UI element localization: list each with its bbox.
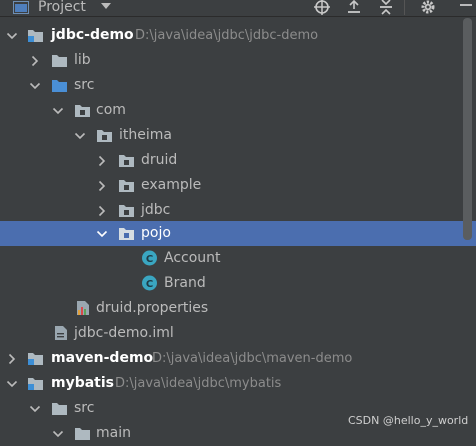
- package-icon: [119, 205, 134, 217]
- chevron-right-icon[interactable]: [96, 155, 108, 167]
- tree-item-label: mybatis: [51, 375, 115, 391]
- tree-item-label: Account: [164, 250, 221, 266]
- chevron-down-icon[interactable]: [52, 105, 64, 117]
- gear-icon[interactable]: [419, 0, 437, 15]
- chevron-right-icon[interactable]: [96, 180, 108, 192]
- tree-row-iml[interactable]: jdbc-demo.iml: [0, 321, 460, 346]
- package-icon: [119, 155, 134, 167]
- tree-row-mybatis[interactable]: mybatis D:\java\idea\jdbc\mybatis: [0, 371, 460, 396]
- source-folder-icon: [52, 80, 67, 92]
- chevron-down-icon[interactable]: [99, 0, 113, 13]
- tree-item-label: example: [141, 177, 202, 193]
- chevron-down-icon[interactable]: [96, 228, 108, 240]
- chevron-right-icon[interactable]: [6, 353, 18, 365]
- java-class-icon: C: [142, 275, 157, 291]
- locate-target-icon[interactable]: [313, 0, 331, 15]
- tree-row-lib[interactable]: lib: [0, 48, 460, 73]
- chevron-down-icon[interactable]: [6, 30, 18, 42]
- tree-row-pojo[interactable]: pojo: [0, 221, 476, 246]
- tree-item-label: Brand: [164, 275, 206, 291]
- java-class-icon: C: [142, 250, 157, 266]
- tree-row-druid[interactable]: druid: [0, 148, 460, 173]
- watermark: CSDN @hello_y_world: [348, 414, 469, 427]
- folder-icon: [75, 428, 90, 440]
- tree-row-com[interactable]: com: [0, 98, 460, 123]
- tree-row-src[interactable]: src: [0, 73, 460, 98]
- chevron-down-icon[interactable]: [6, 378, 18, 390]
- tree-item-label: druid: [141, 152, 178, 168]
- minimize-icon[interactable]: [456, 0, 476, 15]
- properties-file-icon: [77, 301, 89, 315]
- tree-item-label: lib: [74, 52, 91, 68]
- vertical-scrollbar[interactable]: [463, 18, 472, 240]
- tree-item-label: com: [96, 102, 126, 118]
- tree-item-label: maven-demo: [51, 350, 154, 366]
- tree-row-druid-properties[interactable]: druid.properties: [0, 296, 460, 321]
- tree-item-label: druid.properties: [96, 300, 209, 316]
- tree-item-label: jdbc-demo.iml: [74, 325, 174, 341]
- tree-row-jdbc[interactable]: jdbc: [0, 198, 460, 223]
- iml-file-icon: [55, 326, 67, 340]
- toolbar-separator: [404, 0, 405, 15]
- tree-row-brand[interactable]: C Brand: [0, 271, 460, 296]
- module-folder-icon: [28, 30, 43, 42]
- chevron-right-icon[interactable]: [29, 55, 41, 67]
- chevron-right-icon[interactable]: [96, 205, 108, 217]
- folder-icon: [52, 55, 67, 67]
- tool-window-title[interactable]: Project: [38, 0, 86, 16]
- tree-row-account[interactable]: C Account: [0, 246, 460, 271]
- tree-row-itheima[interactable]: itheima: [0, 123, 460, 148]
- project-window-icon: [13, 1, 29, 14]
- tree-row-example[interactable]: example: [0, 173, 460, 198]
- tree-item-label: main: [96, 425, 131, 441]
- tree-item-label: jdbc: [141, 202, 171, 218]
- module-path: D:\java\idea\jdbc\maven-demo: [152, 351, 353, 366]
- package-icon: [119, 180, 134, 192]
- tree-item-label: src: [74, 400, 95, 416]
- tree-item-label: src: [74, 77, 95, 93]
- module-path: D:\java\idea\jdbc\jdbc-demo: [135, 28, 319, 43]
- chevron-down-icon[interactable]: [74, 130, 86, 142]
- tree-item-label: jdbc-demo: [51, 27, 134, 43]
- module-folder-icon: [28, 378, 43, 390]
- package-icon: [75, 105, 90, 117]
- package-icon: [119, 228, 134, 240]
- expand-all-icon[interactable]: [345, 0, 363, 15]
- module-path: D:\java\idea\jdbc\mybatis: [115, 376, 282, 391]
- collapse-all-icon[interactable]: [377, 0, 395, 15]
- chevron-down-icon[interactable]: [52, 428, 64, 440]
- project-toolbar: Project: [0, 0, 476, 17]
- tree-row-maven-demo[interactable]: maven-demo D:\java\idea\jdbc\maven-demo: [0, 346, 460, 371]
- svg-text:C: C: [146, 254, 153, 265]
- chevron-down-icon[interactable]: [29, 403, 41, 415]
- tree-row-jdbc-demo[interactable]: jdbc-demo D:\java\idea\jdbc\jdbc-demo: [0, 23, 460, 48]
- chevron-down-icon[interactable]: [29, 80, 41, 92]
- package-icon: [97, 130, 112, 142]
- tree-item-label: itheima: [119, 127, 172, 143]
- folder-icon: [52, 403, 67, 415]
- svg-text:C: C: [146, 279, 153, 290]
- module-folder-icon: [28, 353, 43, 365]
- tree-item-label: pojo: [141, 225, 171, 241]
